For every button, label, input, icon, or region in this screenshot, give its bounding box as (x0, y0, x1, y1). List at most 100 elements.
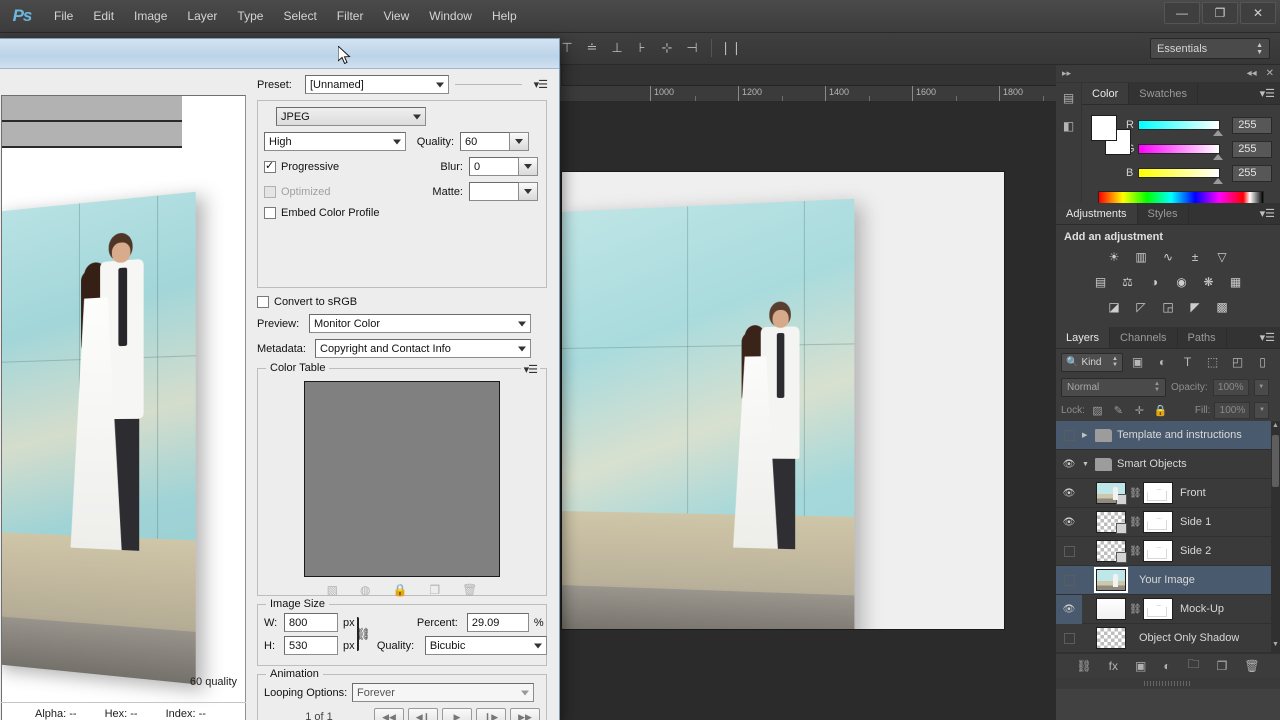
align-left-edges-icon[interactable]: ⊦ (631, 37, 653, 59)
layer-visibility-toggle[interactable] (1056, 537, 1082, 566)
black-white-icon[interactable]: ◑ (1144, 272, 1166, 292)
green-value[interactable]: 255 (1232, 140, 1272, 158)
layer-mask-icon[interactable]: ▣ (1135, 659, 1146, 673)
blue-value[interactable]: 255 (1232, 164, 1272, 182)
opacity-value[interactable]: 100% (1212, 378, 1249, 396)
threshold-icon[interactable]: ◲ (1157, 297, 1179, 317)
delete-layer-icon[interactable]: 🗑 (1244, 659, 1259, 673)
previous-frame-icon[interactable]: ◀❙ (408, 708, 438, 720)
file-format-select[interactable]: JPEG (276, 107, 426, 126)
table-row[interactable]: 👁 ⛓ Mock-Up (1056, 594, 1280, 624)
foreground-color-swatch[interactable] (1091, 115, 1117, 141)
table-row[interactable]: 👁 ⛓ Side 1 (1056, 508, 1280, 537)
preview-select[interactable]: Monitor Color (309, 314, 531, 333)
close-button[interactable]: ✕ (1240, 2, 1276, 24)
layer-mask-thumbnail[interactable] (1143, 511, 1173, 533)
layer-visibility-toggle[interactable]: 👁 (1056, 479, 1082, 508)
next-frame-icon[interactable]: ❙▶ (476, 708, 506, 720)
layer-thumbnail[interactable] (1096, 511, 1127, 534)
color-balance-icon[interactable]: ⚖ (1117, 272, 1139, 292)
layer-visibility-toggle[interactable] (1056, 566, 1082, 595)
expand-panels-icon[interactable]: ▸▸ (1062, 68, 1071, 79)
table-row[interactable]: Your Image (1056, 566, 1280, 595)
scroll-up-icon[interactable]: ▲ (1271, 422, 1280, 433)
menu-help[interactable]: Help (482, 0, 527, 33)
panel-menu-icon[interactable]: ▾☰ (1260, 87, 1275, 100)
layer-filter-kind-select[interactable]: 🔍 Kind ▲ ▼ (1061, 352, 1123, 372)
lock-color-icon[interactable]: 🔒 (392, 583, 407, 597)
tab-channels[interactable]: Channels (1110, 327, 1178, 348)
height-input[interactable]: 530 (284, 636, 338, 655)
red-value[interactable]: 255 (1232, 116, 1272, 134)
history-panel-icon[interactable]: ▤ (1059, 88, 1079, 108)
menu-image[interactable]: Image (124, 0, 177, 33)
optimized-checkbox[interactable] (264, 185, 276, 198)
menu-window[interactable]: Window (419, 0, 482, 33)
table-row[interactable]: ⛓ Side 2 (1056, 537, 1280, 566)
photo-filter-icon[interactable]: ◉ (1171, 272, 1193, 292)
color-table-swatch-area[interactable] (304, 381, 500, 577)
fill-dropdown-icon[interactable]: ▼ (1254, 401, 1270, 419)
workspace-selector[interactable]: Essentials ▲ ▼ (1150, 38, 1270, 59)
menu-view[interactable]: View (373, 0, 419, 33)
matte-swatch[interactable] (469, 182, 519, 201)
exposure-icon[interactable]: ± (1184, 247, 1206, 267)
layer-visibility-toggle[interactable] (1056, 421, 1082, 450)
chevron-down-icon[interactable]: ▼ (1082, 461, 1095, 468)
red-slider[interactable] (1138, 120, 1224, 136)
close-dock-icon[interactable]: ✕ (1266, 68, 1274, 79)
table-row[interactable]: 👁 ▼ Smart Objects (1056, 450, 1280, 479)
properties-panel-icon[interactable]: ◧ (1059, 116, 1079, 136)
layer-mask-thumbnail[interactable] (1143, 540, 1173, 562)
scrollbar-thumb[interactable] (1272, 435, 1279, 487)
menu-type[interactable]: Type (227, 0, 273, 33)
green-slider[interactable] (1138, 144, 1224, 160)
matte-dropdown[interactable] (518, 182, 538, 201)
table-row[interactable]: 👁 ⛓ Front (1056, 479, 1280, 508)
filter-smart-object-icon[interactable]: ◰ (1227, 353, 1248, 372)
new-color-icon[interactable]: ❐ (429, 583, 440, 597)
width-input[interactable]: 800 (284, 613, 338, 632)
metadata-select[interactable]: Copyright and Contact Info (315, 339, 531, 358)
menu-layer[interactable]: Layer (177, 0, 227, 33)
preset-select[interactable]: [Unnamed] (305, 75, 449, 94)
levels-icon[interactable]: ▥ (1130, 247, 1152, 267)
align-vertical-centers-icon[interactable]: ≐ (581, 37, 603, 59)
link-layers-icon[interactable]: ⛓ (1076, 659, 1091, 673)
filter-type-icon[interactable]: T (1177, 353, 1198, 372)
menu-filter[interactable]: Filter (327, 0, 374, 33)
maximize-button[interactable]: ❐ (1202, 2, 1238, 24)
convert-to-srgb-checkbox[interactable] (257, 296, 269, 308)
curves-icon[interactable]: ∿ (1157, 247, 1179, 267)
quality-input[interactable]: 60 (460, 132, 510, 151)
table-row[interactable]: ▶ Template and instructions (1056, 421, 1280, 450)
lock-position-icon[interactable]: ✛ (1131, 402, 1148, 418)
chevron-right-icon[interactable]: ▶ (1082, 431, 1095, 439)
tab-paths[interactable]: Paths (1178, 327, 1227, 348)
embed-color-profile-checkbox[interactable] (264, 207, 276, 219)
dialog-title-bar[interactable] (0, 39, 559, 69)
link-icon[interactable]: ⛓ (356, 627, 371, 641)
tab-adjustments[interactable]: Adjustments (1056, 203, 1138, 224)
menu-select[interactable]: Select (273, 0, 326, 33)
layer-visibility-toggle[interactable]: 👁 (1056, 450, 1082, 479)
channel-mixer-icon[interactable]: ❋ (1198, 272, 1220, 292)
last-frame-icon[interactable]: ▶▶ (510, 708, 540, 720)
blur-input[interactable]: 0 (469, 157, 519, 176)
layer-mask-thumbnail[interactable] (1143, 482, 1173, 504)
tab-swatches[interactable]: Swatches (1129, 83, 1198, 104)
progressive-checkbox[interactable] (264, 159, 276, 173)
layer-thumbnail[interactable] (1094, 567, 1128, 593)
invert-icon[interactable]: ◪ (1103, 297, 1125, 317)
first-frame-icon[interactable]: ◀◀ (374, 708, 404, 720)
table-row[interactable]: Object Only Shadow (1056, 624, 1280, 653)
posterize-icon[interactable]: ◸ (1130, 297, 1152, 317)
adjustment-layer-icon[interactable]: ◐ (1163, 659, 1170, 673)
quality-stepper[interactable] (509, 132, 529, 151)
hue-saturation-icon[interactable]: ▤ (1090, 272, 1112, 292)
tab-layers[interactable]: Layers (1056, 327, 1111, 348)
blur-stepper[interactable] (518, 157, 538, 176)
blend-mode-select[interactable]: Normal ▲ ▼ (1061, 377, 1166, 397)
layer-visibility-toggle[interactable]: 👁 (1056, 508, 1082, 537)
layer-style-icon[interactable]: fx (1109, 659, 1118, 673)
